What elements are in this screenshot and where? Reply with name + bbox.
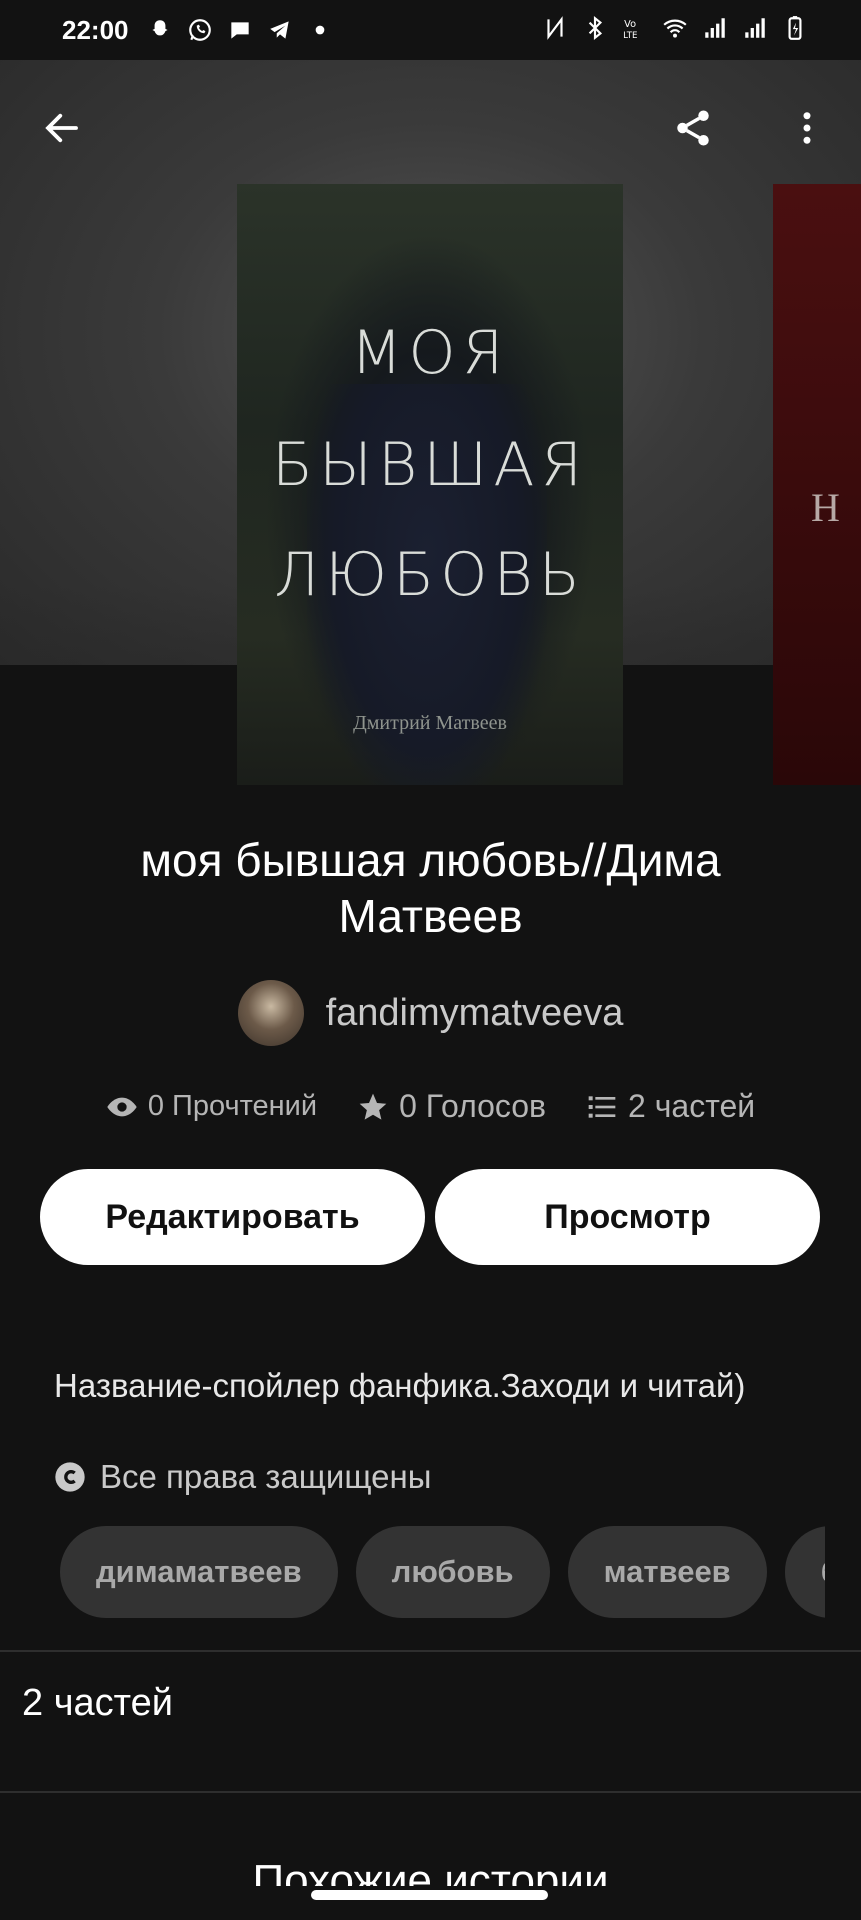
share-icon	[677, 110, 709, 146]
divider	[0, 1791, 861, 1793]
telegram-icon	[266, 16, 294, 44]
copyright-icon	[55, 1462, 85, 1492]
arrow-left-icon	[45, 113, 78, 143]
svg-text:LTE: LTE	[623, 31, 637, 41]
system-icons: Vo LTE	[541, 14, 809, 42]
next-book-cover[interactable]: Н	[773, 184, 861, 785]
similar-stories-heading: Похожие истории	[0, 1846, 861, 1886]
tag-list: димаматвеев любовь матвеев б	[60, 1526, 825, 1620]
tag-chip[interactable]: димаматвеев	[60, 1526, 338, 1618]
star-icon	[359, 1093, 387, 1120]
story-title: моя бывшая любовь//Дима Матвеев	[140, 834, 721, 942]
votes-count: 0 Голосов	[399, 1088, 547, 1124]
view-button[interactable]: Просмотр	[435, 1169, 820, 1265]
similar-stories-label: Похожие истории	[252, 1856, 609, 1886]
bluetooth-icon	[581, 14, 609, 42]
snapchat-icon	[146, 16, 174, 44]
parts-stat: 2 частей	[586, 1088, 755, 1125]
tag-chip[interactable]: матвеев	[567, 1526, 767, 1618]
tag-chip[interactable]: б	[784, 1526, 825, 1618]
notification-icons	[146, 16, 334, 44]
reads-stat: 0 Прочтений	[106, 1090, 317, 1123]
parts-heading[interactable]: 2 частей	[22, 1682, 173, 1725]
status-bar: 22:00 Vo LTE	[0, 0, 861, 60]
more-vertical-icon	[803, 112, 811, 144]
back-button[interactable]	[32, 98, 92, 158]
signal-icon	[701, 14, 729, 42]
svg-text:Vo: Vo	[624, 19, 636, 30]
parts-count: 2 частей	[628, 1088, 756, 1124]
dot-icon	[306, 16, 334, 44]
author-name[interactable]: fandimymatveeva	[326, 992, 624, 1035]
next-cover-text: Н	[811, 485, 840, 530]
chat-icon	[226, 16, 254, 44]
cover-title-line-2: БЫВШАЯ	[271, 430, 589, 500]
home-indicator[interactable]	[311, 1890, 548, 1900]
cover-title-line-1: МОЯ	[350, 318, 510, 388]
signal-icon	[741, 14, 769, 42]
reads-count: 0 Прочтений	[147, 1090, 318, 1122]
avatar[interactable]	[237, 980, 304, 1046]
wifi-icon	[661, 14, 689, 42]
nfc-icon	[541, 14, 569, 42]
divider	[0, 1650, 861, 1652]
copyright-text: Все права защищены	[100, 1458, 432, 1495]
edit-button[interactable]: Редактировать	[40, 1169, 425, 1265]
book-cover[interactable]: МОЯ БЫВШАЯ ЛЮБОВЬ Дмитрий Матвеев	[237, 184, 623, 785]
more-options-button[interactable]	[777, 98, 837, 158]
whatsapp-icon	[186, 16, 214, 44]
eye-icon	[107, 1097, 137, 1116]
author-row[interactable]: fandimymatveeva	[0, 980, 861, 1046]
cover-title-line-3: ЛЮБОВЬ	[274, 540, 586, 610]
copyright-row: Все права защищены	[54, 1458, 431, 1496]
battery-icon	[781, 14, 809, 42]
cover-author: Дмитрий Матвеев	[353, 712, 507, 734]
list-icon	[588, 1095, 616, 1118]
story-stats: 0 Прочтений 0 Голосов 2 частей	[0, 1088, 861, 1125]
status-time: 22:00	[62, 15, 129, 45]
volte-icon: Vo LTE	[621, 14, 649, 42]
votes-stat: 0 Голосов	[357, 1088, 546, 1125]
tag-chip[interactable]: любовь	[355, 1526, 550, 1618]
story-description: Название-спойлер фанфика.Заходи и читай)	[54, 1367, 746, 1404]
share-button[interactable]	[663, 98, 723, 158]
